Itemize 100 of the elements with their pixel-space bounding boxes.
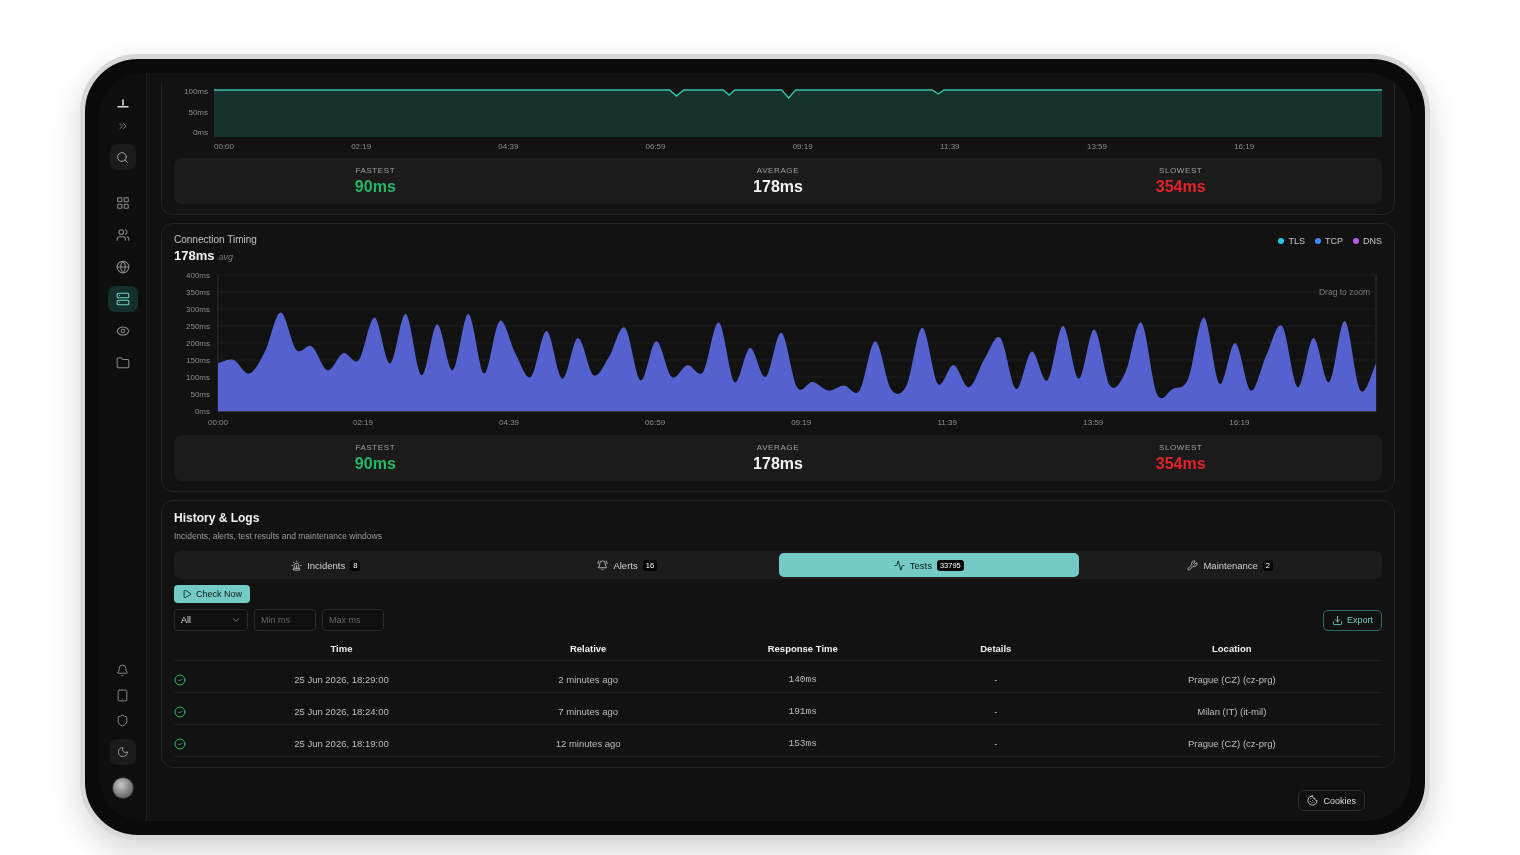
users-icon (115, 228, 130, 242)
stat-value: 90ms (354, 455, 396, 473)
stat-value: 354ms (1155, 455, 1206, 473)
grid-icon (115, 196, 130, 210)
y-axis-label: 0ms (194, 407, 210, 416)
average-value: 178ms (174, 248, 215, 263)
y-axis-label: 100ms (184, 87, 208, 96)
cookie-icon (1307, 795, 1319, 806)
play-icon (182, 589, 192, 599)
theme-toggle-button[interactable] (109, 739, 136, 765)
stat-label: AVERAGE (756, 443, 800, 452)
x-axis-label: 11:39 (940, 142, 960, 151)
legend-label: TCP (1325, 236, 1343, 246)
bell-icon[interactable] (116, 664, 129, 677)
stat-value: 178ms (753, 178, 803, 196)
y-axis-label: 50ms (188, 107, 208, 117)
wrench-icon (1187, 559, 1199, 571)
table-cell: - (994, 706, 998, 717)
table-cell: 153ms (788, 738, 817, 749)
stat-label: SLOWEST (1159, 443, 1203, 452)
column-header: Details (980, 643, 1012, 654)
x-axis-label: 04:39 (499, 418, 520, 427)
x-axis-label: 16:19 (1229, 418, 1250, 427)
filter-input[interactable]: Min ms (254, 609, 316, 631)
stat-label: SLOWEST (1159, 166, 1203, 175)
table-cell: 12 minutes ago (555, 738, 621, 749)
table-cell: Prague (CZ) (cz-prg) (1188, 738, 1276, 749)
stat-value: 90ms (354, 178, 396, 196)
bell-icon (597, 559, 609, 571)
column-header: Response Time (767, 643, 838, 654)
avatar[interactable] (111, 777, 134, 799)
average-suffix: avg (218, 252, 233, 262)
moon-icon (116, 746, 129, 758)
y-axis-label: 0ms (192, 128, 208, 137)
x-axis-label: 02:19 (351, 142, 372, 151)
table-cell: 2 minutes ago (558, 674, 618, 685)
card-title: Connection Timing (174, 234, 257, 245)
table-cell: 140ms (788, 674, 817, 685)
filter-input[interactable]: Max ms (322, 609, 384, 631)
section-title: History & Logs (174, 511, 261, 525)
table-cell: Milan (IT) (it-mil) (1197, 706, 1267, 717)
x-axis-label: 06:59 (645, 142, 666, 151)
table-cell: 7 minutes ago (558, 706, 618, 717)
y-axis-label: 300ms (186, 305, 210, 314)
column-header: Time (330, 643, 353, 654)
download-icon (1332, 614, 1343, 626)
stat-label: FASTEST (355, 443, 396, 452)
stat-value: 178ms (753, 455, 803, 473)
x-axis-label: 09:19 (791, 418, 812, 427)
x-axis-label: 13:59 (1083, 418, 1104, 427)
eye-icon (115, 324, 130, 338)
folder-icon (115, 356, 130, 370)
chevrons-right-icon[interactable] (116, 120, 129, 132)
shield-icon[interactable] (116, 714, 129, 727)
sidebar-nav-item[interactable] (107, 286, 138, 312)
x-axis-label: 16:19 (1234, 142, 1255, 151)
section-subtitle: Incidents, alerts, test results and maintenance windows (174, 531, 383, 541)
y-axis-label: 350ms (186, 288, 210, 297)
y-axis-label: 400ms (186, 271, 210, 280)
y-axis-label: 250ms (186, 322, 210, 331)
x-axis-label: 00:00 (208, 418, 228, 427)
x-axis-label: 04:39 (498, 142, 519, 151)
x-axis-label: 06:59 (645, 418, 666, 427)
table-cell: 25 Jun 2026, 18:29:00 (294, 674, 389, 685)
x-axis-label: 13:59 (1087, 142, 1107, 151)
tablet-icon[interactable] (116, 689, 129, 702)
y-axis-label: 200ms (186, 339, 210, 348)
cookies-button[interactable]: Cookies (1298, 790, 1365, 811)
search-icon (116, 150, 129, 164)
status-select[interactable]: All (174, 609, 248, 631)
pulse-icon (893, 559, 905, 571)
column-header: Relative (569, 643, 607, 654)
table-cell: - (994, 738, 998, 749)
chevron-down-icon (231, 615, 241, 625)
globe-icon (115, 260, 130, 274)
x-axis-label: 09:19 (792, 142, 813, 151)
y-axis-label: 50ms (190, 390, 210, 399)
logo-icon (116, 99, 129, 108)
table-cell: 25 Jun 2026, 18:19:00 (294, 738, 389, 749)
y-axis-label: 100ms (186, 373, 210, 382)
check-now-button[interactable]: Check Now (174, 585, 250, 603)
stat-label: FASTEST (355, 166, 396, 175)
x-axis-label: 11:39 (937, 418, 957, 427)
y-axis-label: 150ms (186, 356, 210, 365)
export-button[interactable]: Export (1323, 609, 1382, 631)
x-axis-label: 00:00 (214, 142, 235, 151)
legend-label: DNS (1363, 236, 1382, 246)
stat-label: AVERAGE (756, 166, 800, 175)
column-header: Location (1212, 643, 1252, 654)
table-cell: - (994, 674, 998, 685)
siren-icon (291, 559, 303, 571)
stat-value: 354ms (1155, 178, 1206, 196)
table-cell: 191ms (788, 706, 817, 717)
search-button[interactable] (109, 144, 136, 170)
legend-label: TLS (1288, 236, 1305, 246)
drag-to-zoom-hint: Drag to zoom (1318, 287, 1370, 298)
x-axis-label: 02:19 (353, 418, 374, 427)
table-cell: 25 Jun 2026, 18:24:00 (294, 706, 389, 717)
server-icon (115, 292, 130, 306)
table-cell: Prague (CZ) (cz-prg) (1188, 674, 1276, 685)
